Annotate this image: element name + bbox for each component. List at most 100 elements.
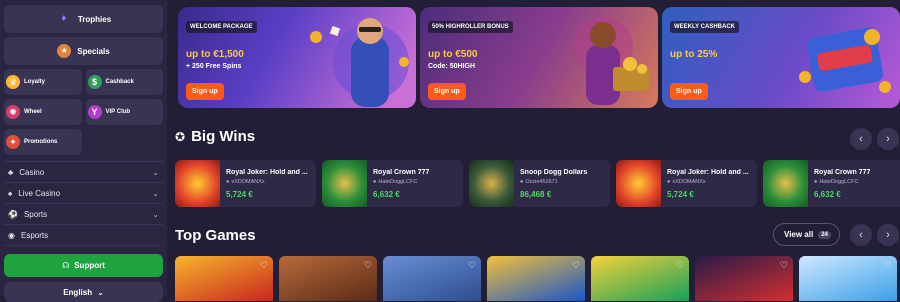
win-user: ● HateDoggLCFC xyxy=(814,179,870,185)
game-tile[interactable]: ♡ xyxy=(591,256,689,301)
view-all-label: View all xyxy=(784,230,814,239)
view-all-button[interactable]: View all 24 xyxy=(773,223,840,246)
win-user: ● xXDOMANXx xyxy=(226,179,308,185)
sidebar-item-label: Promotions xyxy=(24,139,58,145)
game-tile[interactable]: ♡ xyxy=(383,256,481,301)
cashback-chest-illustration xyxy=(760,7,900,108)
sidebar-item-trophies[interactable]: ♦ Trophies xyxy=(4,5,163,33)
game-thumbnail xyxy=(175,160,220,207)
sidebar-item-esports[interactable]: ◉ Esports xyxy=(4,225,163,246)
prev-arrow-button[interactable]: ‹ xyxy=(850,224,872,246)
win-game-name: Royal Joker: Hold and ... xyxy=(667,168,749,176)
promo-banners: WELCOME PACKAGE up to €1,500 + 250 Free … xyxy=(175,7,900,108)
sidebar-item-label: Cashback xyxy=(105,79,134,85)
user-icon: ● xyxy=(226,178,230,185)
prev-arrow-button[interactable]: ‹ xyxy=(850,128,872,150)
sidebar-item-sports[interactable]: ⚽ Sports ⌄ xyxy=(4,204,163,225)
support-button[interactable]: ☊ Support xyxy=(4,254,163,277)
banner-tag: WELCOME PACKAGE xyxy=(186,21,257,33)
game-thumbnail xyxy=(616,160,661,207)
win-user: ● xXDOMANXx xyxy=(667,179,749,185)
special-gifts-icon: ★ xyxy=(57,44,72,58)
sidebar-item-promotions[interactable]: ✦ Promotions xyxy=(4,129,82,155)
favorite-heart-icon[interactable]: ♡ xyxy=(468,260,476,271)
next-arrow-button[interactable]: › xyxy=(877,224,899,246)
win-game-name: Royal Crown 777 xyxy=(814,168,871,176)
promo-banner-welcome[interactable]: WELCOME PACKAGE up to €1,500 + 250 Free … xyxy=(178,7,416,108)
favorite-heart-icon[interactable]: ♡ xyxy=(364,260,372,271)
user-icon: ● xyxy=(814,178,818,185)
sidebar-item-label: Wheel xyxy=(24,109,42,115)
live-casino-icon: ♠ xyxy=(8,188,13,198)
language-label: English xyxy=(63,287,93,297)
sidebar-item-live-casino[interactable]: ♠ Live Casino ⌄ xyxy=(4,183,163,204)
trophy-icon: ♦ xyxy=(61,13,67,24)
win-username: xXDOMANXx xyxy=(231,178,265,185)
big-win-card[interactable]: Snoop Dogg Dollars ● Ozzie452671 86,468 € xyxy=(469,160,610,207)
win-username: xXDOMANXx xyxy=(672,178,706,185)
sign-up-button[interactable]: Sign up xyxy=(670,83,708,100)
game-tile[interactable]: ♡ xyxy=(279,256,377,301)
big-win-card[interactable]: Royal Crown 777 ● HateDoggLCFC 6,632 € xyxy=(322,160,463,207)
sidebar-item-loyalty[interactable]: ♛ Loyalty xyxy=(4,69,82,95)
big-wins-header: ✪ Big Wins xyxy=(175,128,255,145)
sidebar-item-cashback[interactable]: $ Cashback xyxy=(85,69,163,95)
win-username: Ozzie452671 xyxy=(525,178,558,185)
big-wins-nav: ‹ › xyxy=(850,128,899,150)
sign-up-button[interactable]: Sign up xyxy=(186,83,224,100)
favorite-heart-icon[interactable]: ♡ xyxy=(572,260,580,271)
next-arrow-button[interactable]: › xyxy=(877,128,899,150)
win-game-name: Snoop Dogg Dollars xyxy=(520,168,588,176)
sidebar-item-label: Casino xyxy=(19,167,45,177)
big-win-card[interactable]: Royal Joker: Hold and ... ● xXDOMANXx 5,7… xyxy=(616,160,757,207)
top-games-list: ♡ ♡ ♡ ♡ ♡ ♡ ♡ xyxy=(175,256,897,301)
sidebar-item-wheel[interactable]: ✺ Wheel xyxy=(4,99,82,125)
big-win-card[interactable]: Royal Joker: Hold and ... ● xXDOMANXx 5,7… xyxy=(175,160,316,207)
favorite-heart-icon[interactable]: ♡ xyxy=(676,260,684,271)
top-games-nav: ‹ › xyxy=(850,224,899,246)
favorite-heart-icon[interactable]: ♡ xyxy=(780,260,788,271)
game-tile[interactable]: ♡ xyxy=(695,256,793,301)
game-thumbnail xyxy=(763,160,808,207)
sidebar-item-label: Specials xyxy=(77,46,110,56)
language-selector[interactable]: English ⌄ xyxy=(4,282,163,302)
win-user: ● Ozzie452671 xyxy=(520,179,587,185)
game-tile[interactable]: ♡ xyxy=(487,256,585,301)
win-amount: 6,632 € xyxy=(814,189,841,199)
game-tile[interactable]: ♡ xyxy=(175,256,273,301)
win-game-name: Royal Crown 777 xyxy=(373,168,430,176)
cashback-icon: $ xyxy=(87,75,102,89)
game-tile[interactable]: ♡ xyxy=(799,256,897,301)
sign-up-button[interactable]: Sign up xyxy=(428,83,466,100)
big-win-card[interactable]: Royal Crown 777 ● HateDoggLCFC 6,632 € xyxy=(763,160,900,207)
sidebar-item-casino[interactable]: ♣ Casino ⌄ xyxy=(4,162,163,183)
win-amount: 5,724 € xyxy=(226,189,253,199)
wheel-icon: ✺ xyxy=(6,105,20,119)
sidebar-item-label: Live Casino xyxy=(18,188,61,198)
user-icon: ● xyxy=(520,178,524,185)
chevron-down-icon: ⌄ xyxy=(97,287,104,297)
games-count-badge: 24 xyxy=(818,230,831,239)
win-amount: 5,724 € xyxy=(667,189,694,199)
win-user: ● HateDoggLCFC xyxy=(373,179,429,185)
promo-banner-cashback[interactable]: WEEKLY CASHBACK up to 25% Sign up xyxy=(662,7,900,108)
vip-icon: Y xyxy=(87,105,102,119)
sidebar-item-vip-club[interactable]: Y VIP Club xyxy=(85,99,163,125)
main-content: WELCOME PACKAGE up to €1,500 + 250 Free … xyxy=(175,0,900,301)
support-label: Support xyxy=(74,261,105,270)
win-amount: 86,468 € xyxy=(520,189,552,199)
favorite-heart-icon[interactable]: ♡ xyxy=(884,260,892,271)
win-game-name: Royal Joker: Hold and ... xyxy=(226,168,308,176)
headset-icon: ☊ xyxy=(62,261,70,270)
banner-tag: WEEKLY CASHBACK xyxy=(670,21,740,33)
casino-icon: ♣ xyxy=(8,167,14,177)
chevron-down-icon: ⌄ xyxy=(152,209,159,219)
favorite-heart-icon[interactable]: ♡ xyxy=(260,260,268,271)
chevron-down-icon: ⌄ xyxy=(152,167,159,177)
promo-banner-highroller[interactable]: 50% HIGHROLLER BONUS up to €500 Code: 50… xyxy=(420,7,658,108)
sidebar-item-specials[interactable]: ★ Specials xyxy=(4,37,163,65)
top-games-title: Top Games xyxy=(175,227,256,244)
banner-character-illustration xyxy=(518,7,658,108)
sidebar: ♦ Trophies ★ Specials ♛ Loyalty $ Cashba… xyxy=(0,0,167,302)
loyalty-icon: ♛ xyxy=(6,75,20,89)
